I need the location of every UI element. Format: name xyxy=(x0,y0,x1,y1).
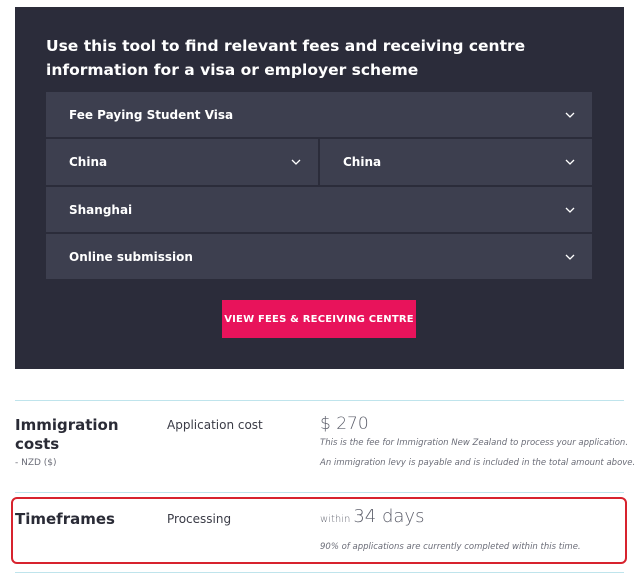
application-cost-amount: $ 270 xyxy=(320,414,369,434)
application-cost-label: Application cost xyxy=(167,418,263,432)
country-select[interactable]: China xyxy=(46,139,318,185)
tool-heading: Use this tool to find relevant fees and … xyxy=(46,37,526,79)
city-value: Shanghai xyxy=(69,202,133,217)
currency-note: - NZD ($) xyxy=(15,458,57,468)
section-divider xyxy=(15,492,624,493)
chevron-down-icon xyxy=(565,205,575,215)
visa-type-value: Fee Paying Student Visa xyxy=(69,107,234,122)
fee-note: This is the fee for Immigration New Zeal… xyxy=(320,438,629,448)
view-fees-button[interactable]: VIEW FEES & RECEIVING CENTRE xyxy=(222,300,416,338)
submission-method-select[interactable]: Online submission xyxy=(46,234,592,279)
city-select[interactable]: Shanghai xyxy=(46,187,592,232)
visa-type-select[interactable]: Fee Paying Student Visa xyxy=(46,92,592,137)
timeframes-highlight xyxy=(11,497,627,564)
country-value: China xyxy=(69,155,108,169)
submission-method-value: Online submission xyxy=(69,249,193,264)
chevron-down-icon xyxy=(565,110,575,120)
section-divider xyxy=(15,572,624,573)
location-select[interactable]: China xyxy=(320,139,592,185)
immigration-costs-title: Immigration costs xyxy=(15,416,119,453)
chevron-down-icon xyxy=(291,157,301,167)
levy-note: An immigration levy is payable and is in… xyxy=(320,458,636,468)
location-value: China xyxy=(343,155,382,169)
section-divider xyxy=(15,400,624,401)
chevron-down-icon xyxy=(565,252,575,262)
chevron-down-icon xyxy=(565,157,575,167)
